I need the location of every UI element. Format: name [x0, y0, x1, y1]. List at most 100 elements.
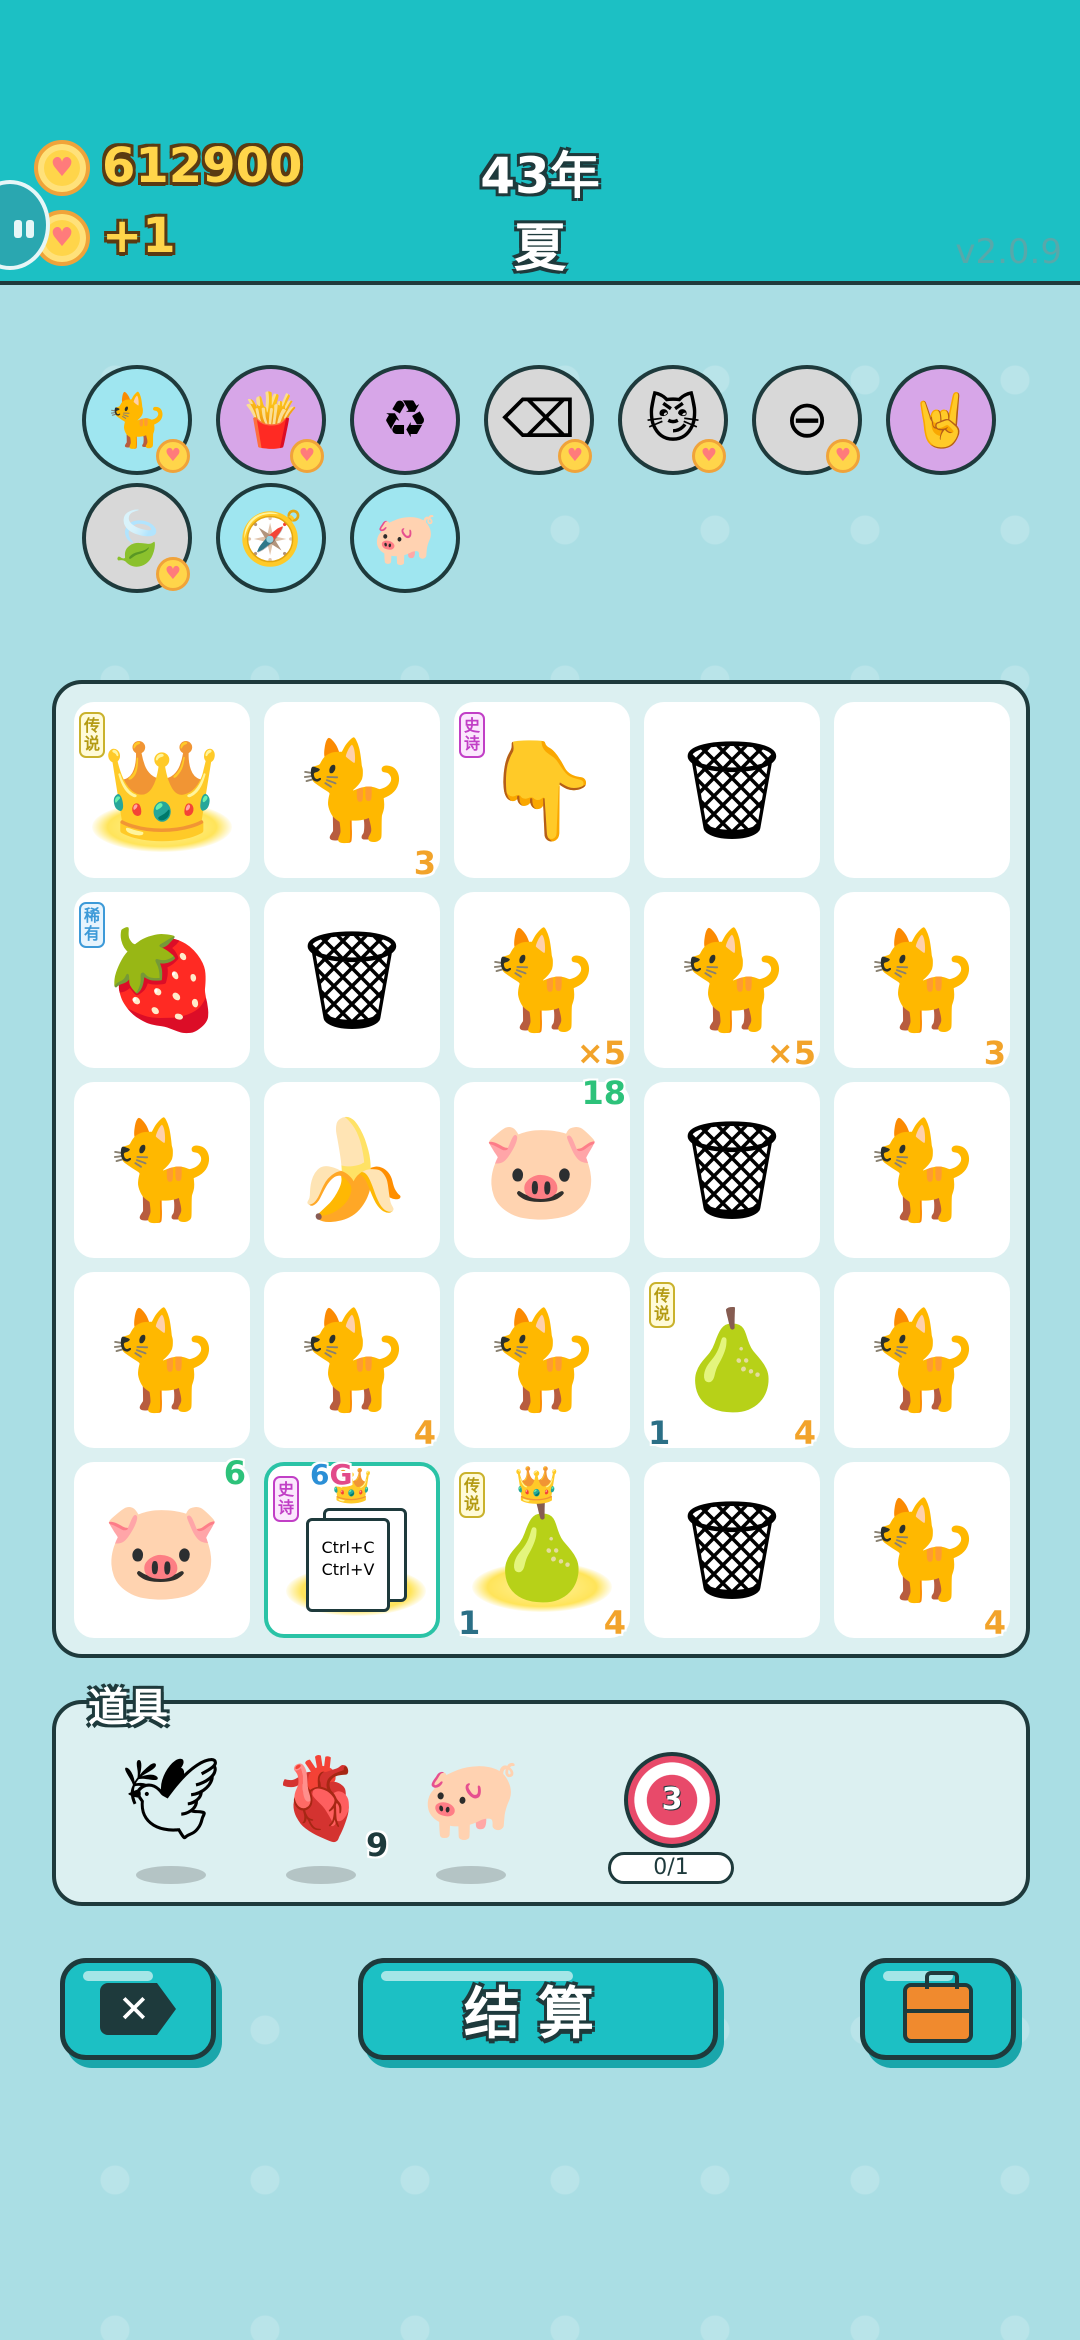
- target-progress: 0/1: [608, 1852, 734, 1884]
- board-cell-cat[interactable]: 🐈: [834, 1272, 1010, 1448]
- board-cell-trash[interactable]: 🗑: [264, 892, 440, 1068]
- rarity-badge: 史诗: [459, 712, 485, 758]
- crown-icon: 👑: [514, 1465, 559, 1506]
- relic-coin-badge: ♥: [156, 557, 190, 591]
- relic-coin-badge: ♥: [558, 439, 592, 473]
- rarity-badge: 传说: [459, 1472, 485, 1518]
- count-badge-br: 4: [603, 1604, 626, 1642]
- slot-board: 👑 传说 🐈 3 👇 史诗 🗑 🍓 稀有 🗑 🐈 ×5 🐈 ×5 🐈 3 🐈 🍌 🐷 18 🗑 🐈 🐈 🐈 4 🐈 🍐 传说 4 1 🐈 🐷 6…: [52, 680, 1030, 1658]
- items-label: 道具: [88, 1685, 168, 1731]
- board-cell-king[interactable]: 👑 传说: [74, 702, 250, 878]
- item-shadow: [436, 1866, 506, 1884]
- cat-icon: 🐈: [862, 1303, 982, 1416]
- board-cell-hand[interactable]: 👇 史诗: [454, 702, 630, 878]
- trash-icon: 🗑: [671, 733, 793, 846]
- count-badge-tr: 6: [223, 1454, 246, 1492]
- count-badge-br: 3: [983, 1034, 1006, 1072]
- season-label: 夏: [513, 219, 566, 279]
- bag-button[interactable]: [860, 1958, 1016, 2060]
- count-badge-bl: 1: [458, 1604, 481, 1642]
- cat-sleep-icon: 🐈: [102, 1303, 222, 1416]
- count-badge-br: 4: [793, 1414, 816, 1452]
- board-cell-pear[interactable]: 🍐 传说 4 1: [644, 1272, 820, 1452]
- liver-item-icon[interactable]: 🫀: [266, 1744, 376, 1854]
- relic-coin-badge: ♥: [692, 439, 726, 473]
- board-cell-pear-crown[interactable]: 🍐 👑 传说 4 1: [454, 1462, 630, 1642]
- board-cell-cat[interactable]: 🐈 4: [264, 1272, 440, 1452]
- relic-cat-portrait-icon[interactable]: 🐈 ♥: [82, 365, 192, 475]
- remove-button[interactable]: ✕: [60, 1958, 216, 2060]
- trash-icon: 🗑: [671, 1113, 793, 1226]
- target-icon[interactable]: 3: [624, 1752, 720, 1848]
- rarity-badge: 史诗: [273, 1476, 299, 1522]
- board-cell-cat[interactable]: 🐈 ×5: [644, 892, 820, 1072]
- board-cell-cat[interactable]: 🐈 ×5: [454, 892, 630, 1072]
- relic-minus-icon[interactable]: ⊖ ♥: [752, 365, 862, 475]
- relic-leaf-icon[interactable]: 🍃 ♥: [82, 483, 192, 593]
- year-label: 43年: [480, 147, 600, 205]
- remove-icon: ✕: [100, 1983, 176, 2035]
- board-cell-cat-sleep[interactable]: 🐈: [74, 1272, 250, 1448]
- coin-total: 612900: [102, 138, 303, 194]
- cat-icon: 🐈: [102, 1113, 222, 1226]
- relic-remove-tag-icon[interactable]: ⌫ ♥: [484, 365, 594, 475]
- top-bar: 612900 +1 43年 夏 v2.0.9: [0, 0, 1080, 285]
- count-badge-br: 4: [983, 1604, 1006, 1642]
- bird-item-icon[interactable]: 🕊: [116, 1744, 226, 1854]
- board-cell-trash[interactable]: 🗑: [644, 1462, 820, 1638]
- relic-fries-icon[interactable]: 🍟 ♥: [216, 365, 326, 475]
- trash-icon: 🗑: [291, 923, 413, 1036]
- board-cell-cat[interactable]: 🐈: [454, 1272, 630, 1448]
- copy-paste-card: Ctrl+C Ctrl+V: [306, 1518, 390, 1612]
- relic-recycle-icon[interactable]: ♻: [350, 365, 460, 475]
- board-cell-cat[interactable]: 🐈 3: [264, 702, 440, 882]
- item-shadow: [286, 1866, 356, 1884]
- cat-icon: 🐈: [862, 1113, 982, 1226]
- count-badge-bl: 1: [648, 1414, 671, 1452]
- relic-rock-hand-icon[interactable]: 🤘: [886, 365, 996, 475]
- cat-icon: 🐈: [482, 1303, 602, 1416]
- settle-button[interactable]: 结算: [358, 1958, 718, 2060]
- count-badge-br: ×5: [766, 1034, 816, 1072]
- briefcase-icon: [903, 1971, 973, 2043]
- board-cell-cat[interactable]: 🐈: [74, 1082, 250, 1258]
- trash-icon: 🗑: [671, 1493, 793, 1606]
- board-cell-empty[interactable]: [834, 702, 1010, 878]
- rarity-badge: 稀有: [79, 902, 105, 948]
- count-badge-br: 4: [413, 1414, 436, 1452]
- relic-coin-badge: ♥: [290, 439, 324, 473]
- item-count: 9: [366, 1826, 389, 1864]
- target-count: 3: [654, 1782, 690, 1818]
- count-badge-br: 3: [413, 844, 436, 882]
- piggy-bank-item-icon[interactable]: 🐖: [416, 1744, 526, 1854]
- version-label: v2.0.9: [955, 232, 1062, 272]
- board-cell-cat[interactable]: 🐈 4: [834, 1462, 1010, 1642]
- count-badge-tr: 18: [581, 1074, 626, 1112]
- count-badge-br: ×5: [576, 1034, 626, 1072]
- board-cell-pig[interactable]: 🐷 18: [454, 1074, 630, 1258]
- rarity-badge: 传说: [79, 712, 105, 758]
- settle-label: 结算: [464, 1981, 612, 2047]
- card-line-paste: Ctrl+V: [321, 1560, 375, 1579]
- relic-compass-icon[interactable]: 🧭: [216, 483, 326, 593]
- banana-icon: 🍌: [292, 1113, 412, 1226]
- items-panel: 🕊 🫀 9 🐖 3 0/1: [52, 1700, 1030, 1906]
- board-cell-lychee[interactable]: 🍓 稀有: [74, 892, 250, 1068]
- copy-count-badge: 6G: [310, 1458, 353, 1491]
- board-cell-trash[interactable]: 🗑: [644, 702, 820, 878]
- relic-coin-badge: ♥: [826, 439, 860, 473]
- relic-piggy-bank-icon[interactable]: 🐖: [350, 483, 460, 593]
- board-cell-banana[interactable]: 🍌: [264, 1082, 440, 1258]
- coin-icon: [34, 140, 90, 196]
- relic-coin-badge: ♥: [156, 439, 190, 473]
- relic-cat-eyes-icon[interactable]: 😼 ♥: [618, 365, 728, 475]
- coin-gain: +1: [102, 208, 176, 264]
- item-shadow: [136, 1866, 206, 1884]
- board-cell-copy-paste[interactable]: Ctrl+C Ctrl+V 👑 史诗 6G: [264, 1458, 440, 1638]
- board-cell-cat[interactable]: 🐈: [834, 1082, 1010, 1258]
- board-cell-cat[interactable]: 🐈 3: [834, 892, 1010, 1072]
- board-cell-pig[interactable]: 🐷 6: [74, 1454, 250, 1638]
- board-cell-trash[interactable]: 🗑: [644, 1082, 820, 1258]
- card-line-copy: Ctrl+C: [321, 1538, 375, 1557]
- rarity-badge: 传说: [649, 1282, 675, 1328]
